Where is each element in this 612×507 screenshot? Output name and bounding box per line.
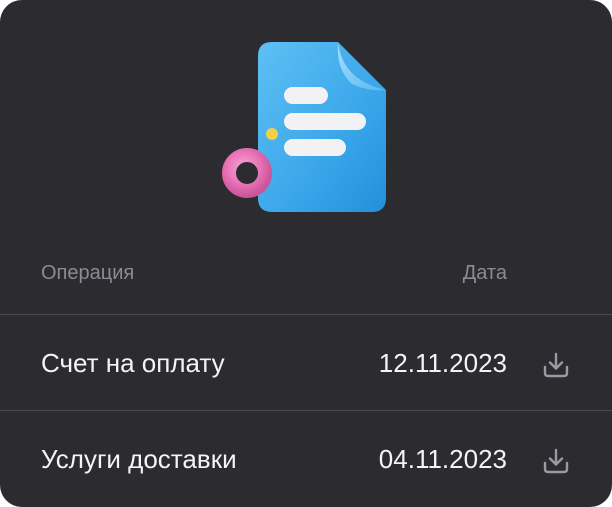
row-operation-name: Счет на оплату bbox=[41, 348, 225, 378]
download-button[interactable] bbox=[536, 441, 576, 481]
column-operation: Операция bbox=[41, 262, 135, 284]
row-date: 04.11.2023 bbox=[378, 444, 507, 474]
table-header: Операция Дата bbox=[0, 250, 612, 314]
table-row: Услуги доставки 04.11.2023 bbox=[0, 411, 612, 507]
column-date: Дата bbox=[462, 262, 507, 284]
hero-illustration bbox=[0, 0, 612, 250]
document-icon bbox=[258, 42, 386, 212]
download-button[interactable] bbox=[536, 345, 576, 385]
download-icon bbox=[543, 352, 569, 378]
dot-icon bbox=[266, 128, 278, 140]
download-icon bbox=[543, 448, 569, 474]
document-illustration bbox=[222, 42, 386, 212]
documents-card: Операция Дата Счет на оплату 12.11.2023 … bbox=[0, 0, 612, 507]
ring-icon bbox=[222, 148, 272, 198]
row-date: 12.11.2023 bbox=[378, 348, 507, 378]
row-operation-name: Услуги доставки bbox=[41, 444, 237, 474]
table-row: Счет на оплату 12.11.2023 bbox=[0, 315, 612, 411]
